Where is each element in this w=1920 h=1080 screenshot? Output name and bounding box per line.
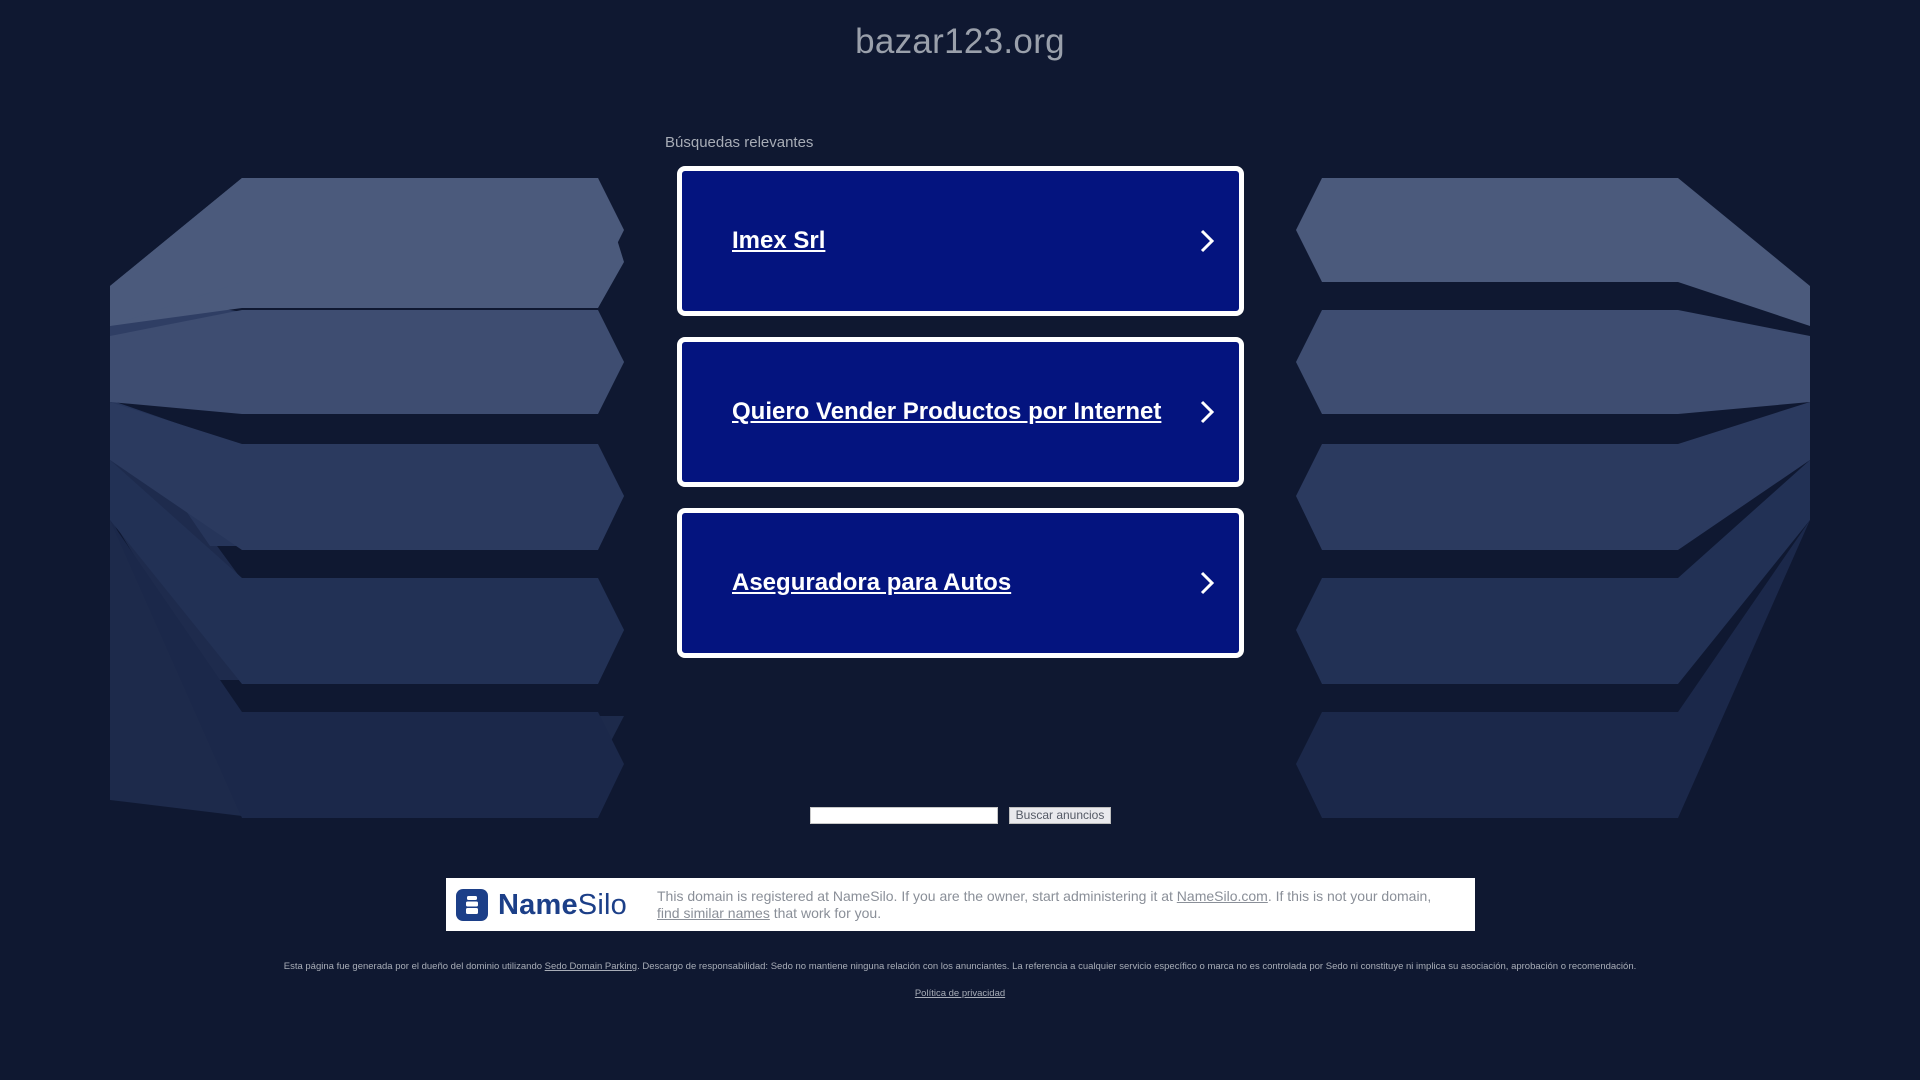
- search-result-link[interactable]: Imex Srl: [677, 166, 1244, 316]
- domain-title: bazar123.org: [855, 22, 1065, 61]
- chevron-right-icon: [1200, 229, 1215, 253]
- namesilo-logo[interactable]: NameSilo: [456, 888, 627, 922]
- ad-search-input[interactable]: [810, 807, 998, 824]
- search-result-label[interactable]: Aseguradora para Autos: [732, 569, 1011, 597]
- search-result-label[interactable]: Quiero Vender Productos por Internet: [732, 398, 1161, 426]
- related-searches-heading: Búsquedas relevantes: [665, 134, 814, 151]
- privacy-policy-link[interactable]: Política de privacidad: [915, 988, 1005, 999]
- chevron-right-icon: [1200, 571, 1215, 595]
- namesilo-message: This domain is registered at NameSilo. I…: [657, 888, 1432, 921]
- search-ads-button[interactable]: Buscar anuncios: [1009, 807, 1111, 824]
- parking-page: bazar123.org Búsquedas relevantes Imex S…: [0, 0, 1920, 1080]
- namesilo-logo-text: NameSilo: [498, 888, 627, 921]
- sedo-domain-parking-link[interactable]: Sedo Domain Parking: [545, 961, 637, 972]
- privacy-policy: Política de privacidad: [0, 988, 1920, 999]
- chevron-right-icon: [1200, 400, 1215, 424]
- search-result-link[interactable]: Quiero Vender Productos por Internet: [677, 337, 1244, 487]
- find-similar-names-link[interactable]: find similar names: [657, 905, 770, 921]
- namesilo-banner: NameSilo This domain is registered at Na…: [446, 878, 1475, 931]
- search-result-link[interactable]: Aseguradora para Autos: [677, 508, 1244, 658]
- search-result-label[interactable]: Imex Srl: [732, 227, 825, 255]
- disclaimer-text: Esta página fue generada por el dueño de…: [283, 961, 1637, 972]
- namesilo-stack-icon: [456, 889, 488, 921]
- namesilo-link[interactable]: NameSilo.com: [1177, 888, 1268, 904]
